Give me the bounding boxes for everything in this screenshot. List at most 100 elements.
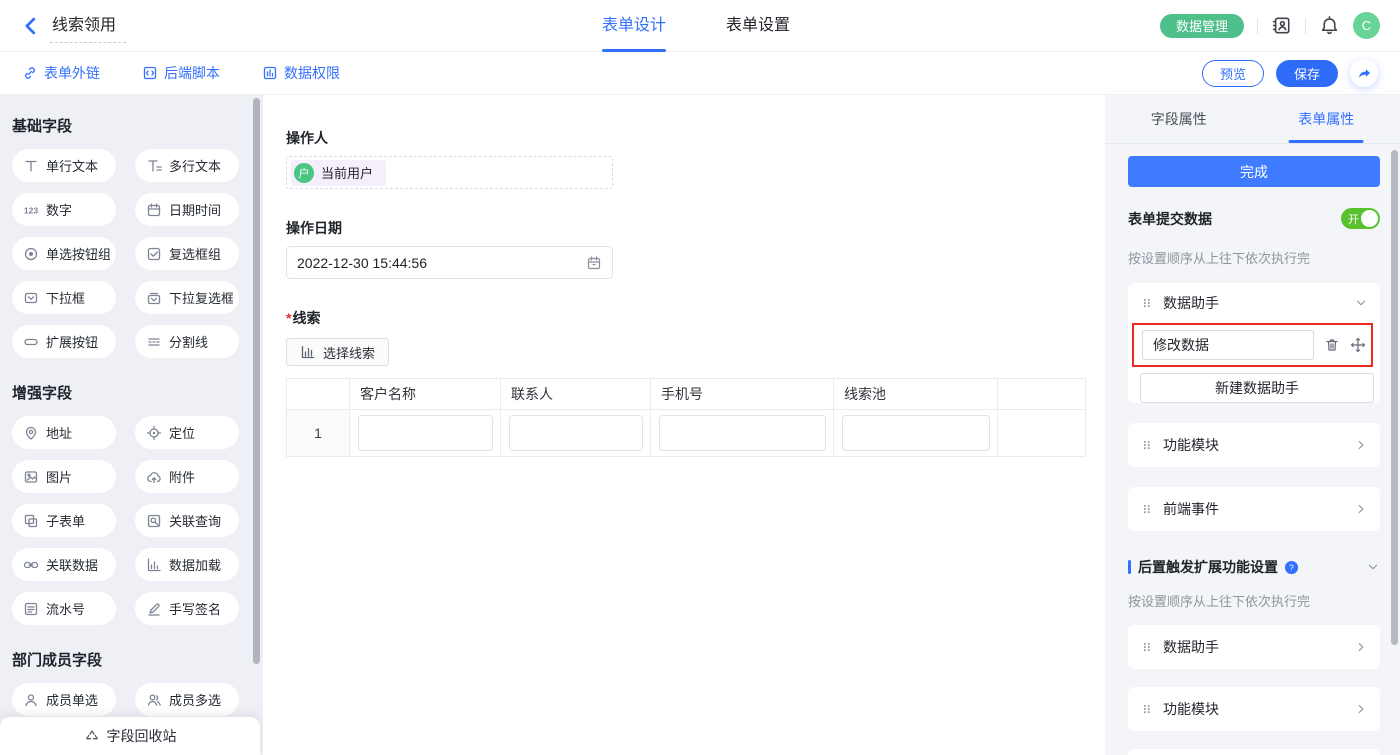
row-index-cell: 1 — [287, 410, 350, 457]
collapsed-card-header[interactable]: 前端事件 — [1128, 487, 1380, 531]
sidebar-item-related-query[interactable]: 关联查询 — [135, 504, 239, 537]
data-manage-button[interactable]: 数据管理 — [1160, 14, 1244, 38]
notification-bell-icon[interactable] — [1319, 15, 1340, 36]
table-cell-input[interactable] — [509, 415, 643, 451]
sidebar-item-label: 流水号 — [46, 599, 85, 618]
table-cell-input[interactable] — [659, 415, 826, 451]
collapsed-card-功能模块: 功能模块 — [1128, 423, 1380, 467]
table-header-cell: 手机号 — [651, 379, 834, 410]
collapsed-card-header[interactable]: 前端事件 — [1128, 749, 1380, 755]
submit-data-toggle[interactable]: 开 — [1341, 208, 1380, 229]
chevron-right-icon — [1354, 702, 1368, 716]
select-clue-button[interactable]: 选择线索 — [286, 338, 389, 366]
back-icon[interactable] — [20, 15, 42, 37]
tab-form-design[interactable]: 表单设计 — [602, 0, 666, 52]
drag-handle-icon[interactable] — [1140, 296, 1154, 310]
drag-handle-icon[interactable] — [1140, 702, 1154, 716]
user-tag-avatar: 户 — [294, 163, 314, 183]
sidebar-item-serial-number[interactable]: 流水号 — [12, 592, 116, 625]
sidebar-item-address[interactable]: 地址 — [12, 416, 116, 449]
collapsed-card-header[interactable]: 数据助手 — [1128, 625, 1380, 669]
sidebar-item-image[interactable]: 图片 — [12, 460, 116, 493]
drag-handle-icon[interactable] — [1140, 502, 1154, 516]
data-helper-item-input[interactable]: 修改数据 — [1142, 330, 1314, 360]
current-user-tag: 户 当前用户 — [291, 160, 386, 186]
sidebar-item-signature[interactable]: 手写签名 — [135, 592, 239, 625]
topbar-actions: 数据管理 C — [1160, 12, 1380, 39]
sidebar-item-label: 下拉框 — [46, 288, 85, 307]
sidebar-item-member-multi[interactable]: 成员多选 — [135, 683, 239, 716]
done-button[interactable]: 完成 — [1128, 156, 1380, 187]
toolbar-link-permission[interactable]: 数据权限 — [262, 63, 340, 83]
data-helper-card-header[interactable]: 数据助手 — [1128, 283, 1380, 323]
submit-data-row: 表单提交数据 开 — [1128, 208, 1380, 229]
sidebar-item-attachment[interactable]: 附件 — [135, 460, 239, 493]
tab-field-properties[interactable]: 字段属性 — [1105, 95, 1253, 143]
collapsed-card-功能模块: 功能模块 — [1128, 687, 1380, 731]
sidebar-item-label: 子表单 — [46, 511, 85, 530]
field-recycle-bin[interactable]: 字段回收站 — [0, 717, 260, 755]
chevron-down-icon[interactable] — [1366, 560, 1380, 574]
tab-form-properties[interactable]: 表单属性 — [1253, 95, 1400, 143]
sidebar-item-checkbox-group[interactable]: 复选框组 — [135, 237, 239, 270]
sidebar-item-datetime[interactable]: 日期时间 — [135, 193, 239, 226]
divider — [1305, 18, 1306, 34]
highlighted-data-helper-item: 修改数据 — [1132, 323, 1373, 367]
delete-icon[interactable] — [1324, 337, 1340, 353]
drag-handle-icon[interactable] — [1140, 640, 1154, 654]
toolbar-links: 表单外链 后端脚本 数据权限 — [22, 63, 340, 83]
table-cell-input[interactable] — [358, 415, 493, 451]
submit-data-title: 表单提交数据 — [1128, 209, 1212, 229]
table-cell-input[interactable] — [842, 415, 990, 451]
sidebar-item-member-single[interactable]: 成员单选 — [12, 683, 116, 716]
sidebar-item-single-line-text[interactable]: 单行文本 — [12, 149, 116, 182]
drag-handle-icon[interactable] — [1140, 438, 1154, 452]
sidebar-item-multi-line-text[interactable]: 多行文本 — [135, 149, 239, 182]
table-cell — [651, 410, 834, 457]
sidebar-section-title: 部门成员字段 — [12, 649, 263, 670]
data-load-icon — [146, 557, 162, 573]
save-button[interactable]: 保存 — [1276, 60, 1338, 87]
collapsed-card-header[interactable]: 功能模块 — [1128, 687, 1380, 731]
operator-field: 操作人 户 当前用户 — [286, 128, 1105, 189]
sidebar-item-label: 关联数据 — [46, 555, 98, 574]
table-cell — [501, 410, 651, 457]
preview-button[interactable]: 预览 — [1202, 60, 1264, 87]
form-designer-app: 线索领用 表单设计 表单设置 数据管理 C 表单外链后端脚本数据权限 预览 保存 — [0, 0, 1400, 755]
sidebar-item-divider-line[interactable]: 分割线 — [135, 325, 239, 358]
toolbar-link-script[interactable]: 后端脚本 — [142, 63, 220, 83]
sidebar-item-select[interactable]: 下拉框 — [12, 281, 116, 314]
operator-field-box[interactable]: 户 当前用户 — [286, 156, 613, 189]
sidebar-item-subform[interactable]: 子表单 — [12, 504, 116, 537]
sidebar-item-locate[interactable]: 定位 — [135, 416, 239, 449]
move-icon[interactable] — [1350, 337, 1366, 353]
sidebar-item-number[interactable]: 123数字 — [12, 193, 116, 226]
sidebar-scrollbar[interactable] — [253, 98, 260, 664]
help-question-icon[interactable]: ? — [1284, 560, 1299, 575]
sidebar-section-grid: 地址 定位图片附件子表单 关联查询关联数据 数据加载流水号 手写签名 — [12, 416, 263, 625]
new-data-helper-button[interactable]: 新建数据助手 — [1140, 373, 1374, 403]
sidebar-item-related-data[interactable]: 关联数据 — [12, 548, 116, 581]
share-button[interactable] — [1350, 59, 1378, 87]
table-header-cell: 线索池 — [834, 379, 998, 410]
sidebar-item-label: 定位 — [169, 423, 195, 442]
related-data-icon — [23, 557, 39, 573]
sidebar-item-extend-button[interactable]: 扩展按钮 — [12, 325, 116, 358]
tab-form-settings[interactable]: 表单设置 — [726, 0, 790, 52]
date-input[interactable]: 2022-12-30 15:44:56 — [286, 246, 613, 279]
sidebar-item-label: 成员单选 — [46, 690, 98, 709]
locate-icon — [146, 425, 162, 441]
card-label: 前端事件 — [1163, 499, 1219, 519]
sidebar-item-multi-select[interactable]: 下拉复选框 — [135, 281, 239, 314]
user-avatar[interactable]: C — [1353, 12, 1380, 39]
chevron-right-icon — [1354, 438, 1368, 452]
address-book-icon[interactable] — [1271, 15, 1292, 36]
toolbar-buttons: 预览 保存 — [1202, 59, 1378, 87]
sidebar-item-data-load[interactable]: 数据加载 — [135, 548, 239, 581]
sidebar-item-radio-group[interactable]: 单选按钮组 — [12, 237, 116, 270]
toolbar-link-link[interactable]: 表单外链 — [22, 63, 100, 83]
toolbar-link-label: 数据权限 — [284, 63, 340, 83]
collapsed-card-header[interactable]: 功能模块 — [1128, 423, 1380, 467]
field-label: *线索 — [286, 308, 1105, 328]
panel-scrollbar[interactable] — [1391, 150, 1398, 645]
